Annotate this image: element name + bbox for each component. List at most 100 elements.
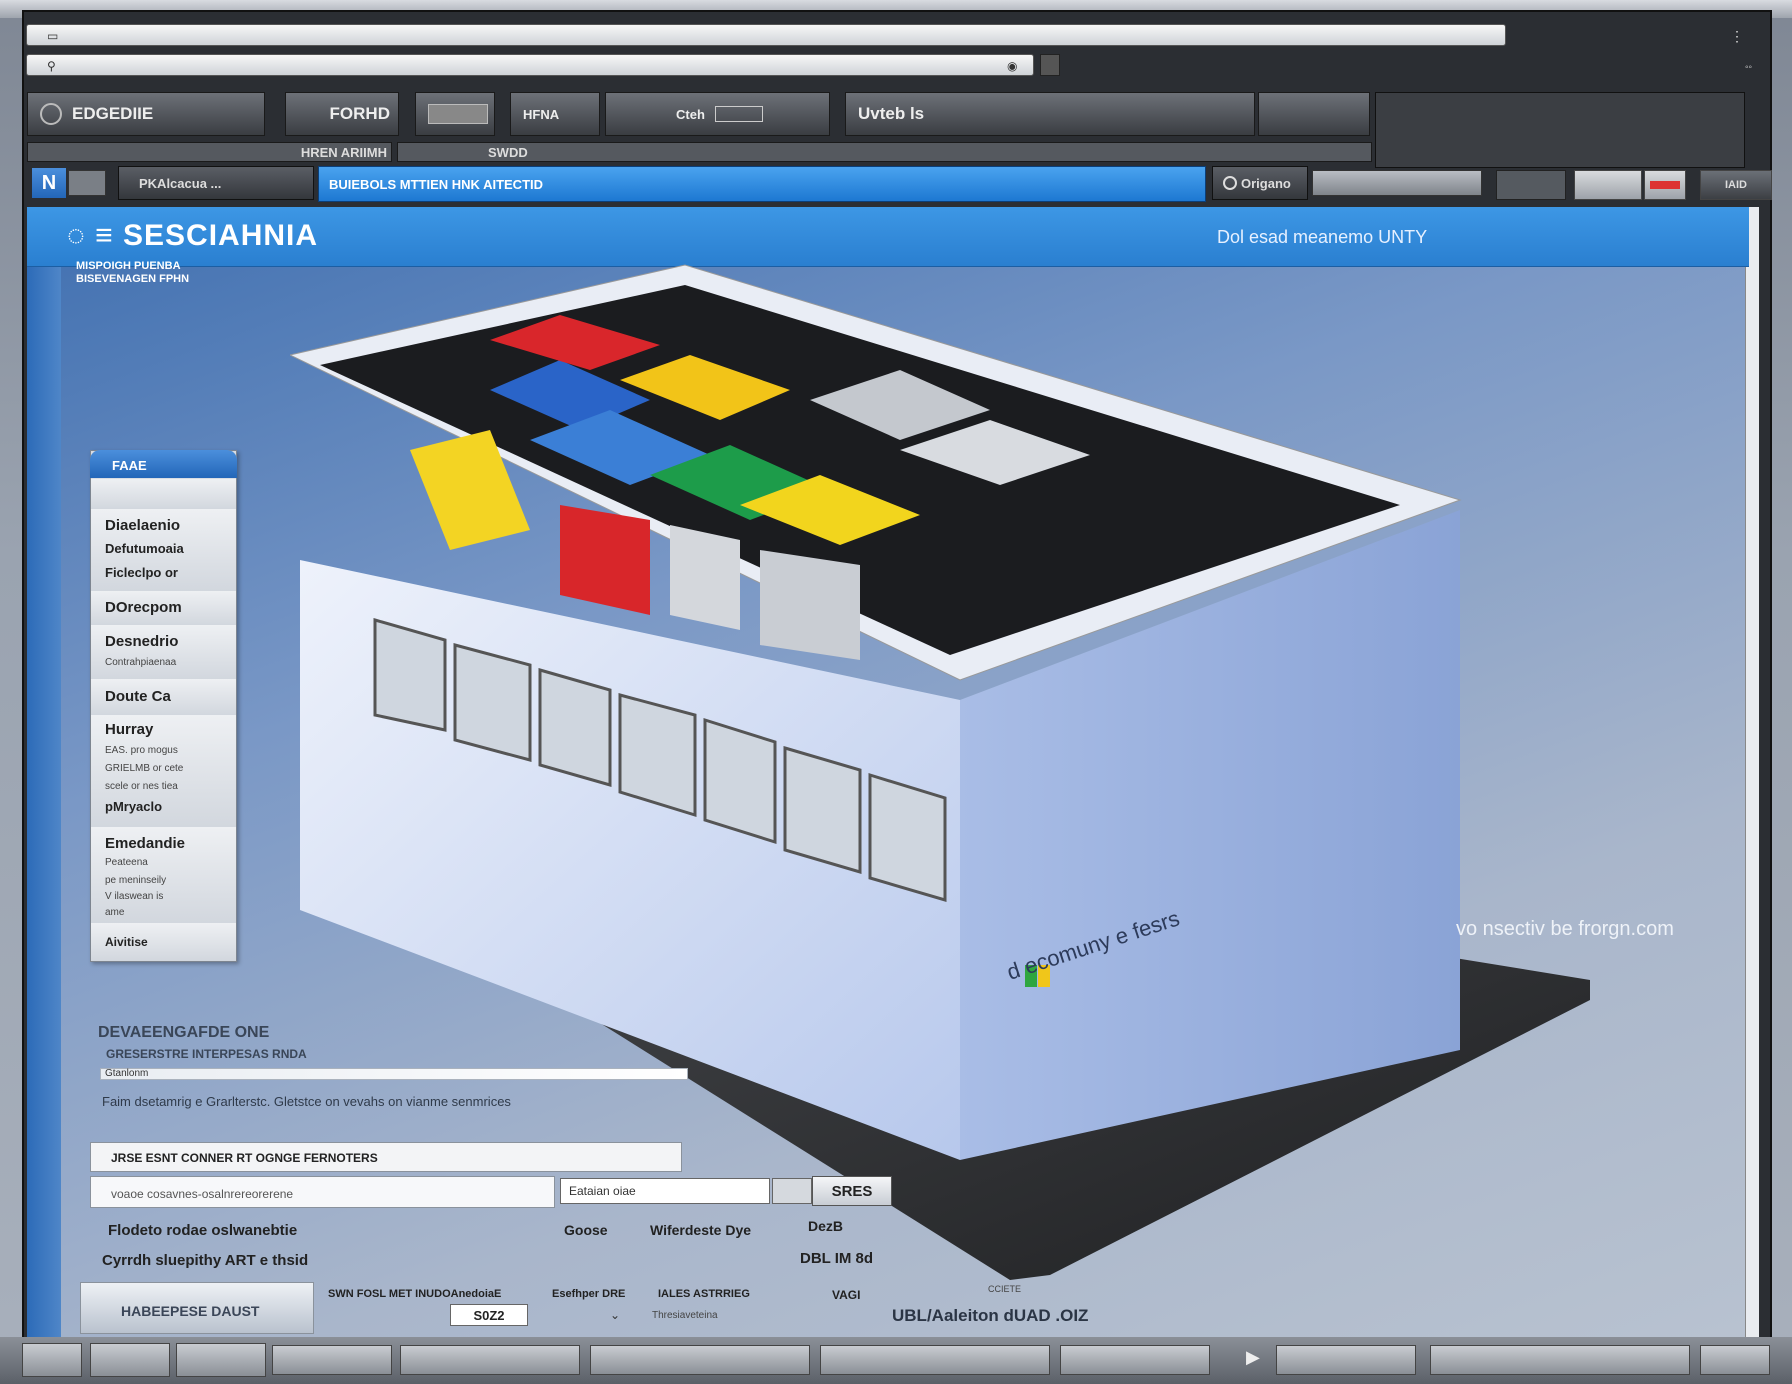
form-text-input[interactable]: voaoe cosavnes-osalnrereorerene xyxy=(90,1176,555,1208)
toolbar-tables-button[interactable]: Uvteb ls xyxy=(845,92,1255,136)
nav-item-label: PKAlcacua ... xyxy=(139,175,222,191)
bottom-col3-label: IALES ASTRRIEG xyxy=(658,1288,750,1300)
toolbar-label: Uvteb ls xyxy=(858,104,925,123)
toolbar-label: FORHD xyxy=(329,104,390,123)
go-button[interactable] xyxy=(1040,54,1060,76)
nav-item-1[interactable]: PKAlcacua ... xyxy=(118,166,314,200)
sub-tab-1[interactable]: HREN ARIIMH xyxy=(27,142,392,162)
window-resize-icon[interactable]: ◦◦ xyxy=(1745,62,1752,73)
menu-item-line: Defutumoaia xyxy=(105,541,184,556)
n-badge-label: N xyxy=(41,171,57,194)
menu-item-1[interactable]: DOrecpom xyxy=(91,591,236,626)
content-header: ◌ ≡ SESCIAHNIA Dol esad meanemo UNTY xyxy=(27,207,1749,267)
toolbar-create-button[interactable]: Cteh xyxy=(605,92,830,136)
toolbar-hfna-button[interactable]: HFNA xyxy=(510,92,600,136)
origin-button[interactable]: Origano xyxy=(1212,166,1308,200)
bottom-col1-value-text: S0Z2 xyxy=(473,1307,505,1323)
menu-item-6[interactable]: Aivitise xyxy=(91,923,236,961)
form-select[interactable]: Eataian oiae xyxy=(560,1178,770,1204)
taskbar-tray-2[interactable] xyxy=(1430,1345,1690,1375)
origin-label: Origano xyxy=(1241,175,1291,191)
taskbar-item-2[interactable] xyxy=(176,1343,266,1377)
menu-item-4[interactable]: Hurray EAS. pro mogus GRIELMB or cete sc… xyxy=(91,715,236,828)
select-value: Eataian oiae xyxy=(569,1184,636,1198)
menu-item-heading: Doute Ca xyxy=(105,688,171,705)
toolbar-empty-button[interactable] xyxy=(1258,92,1370,136)
window-menu-icon[interactable]: ⋮ xyxy=(1730,28,1744,45)
toolbar-forward-button[interactable]: FORHD xyxy=(285,92,399,136)
menu-item-heading: Desnedrio xyxy=(105,633,179,650)
bottom-left-panel: HABEEPESE DAUST xyxy=(80,1282,314,1334)
home-circle-icon xyxy=(40,103,62,125)
menu-item-heading: Emedandie xyxy=(105,835,186,852)
n-badge[interactable]: N xyxy=(32,168,66,198)
nav-mini-3[interactable] xyxy=(1644,170,1686,200)
progress-bar-label: Gtanlonm xyxy=(105,1068,149,1079)
header-sub-1: MISPOIGH PUENBA xyxy=(76,260,181,272)
nav-item-label: BUIEBOLS MTTIEN HNK AITECTID xyxy=(329,176,544,192)
refresh-icon[interactable]: ◉ xyxy=(1007,59,1017,73)
bottom-col2-label: Esefhper DRE xyxy=(552,1288,626,1300)
search-bar[interactable]: ⚲ ◉ xyxy=(26,54,1034,76)
submit-label: SRES xyxy=(831,1182,873,1200)
form-row-label-bar: JRSE ESNT CONNER RT OGNGE FERNOTERS xyxy=(90,1142,682,1172)
toolbar-label: EDGEDIIE xyxy=(72,104,154,123)
bottom-col1-value[interactable]: S0Z2 xyxy=(450,1304,528,1326)
red-indicator-icon xyxy=(1650,181,1680,189)
toolbar-chip-icon xyxy=(714,106,763,122)
menu-item-2[interactable]: Desnedrio Contrahpiaenaa xyxy=(91,625,236,680)
menu-tab-label: FAAE xyxy=(112,458,147,473)
nav-search-field[interactable] xyxy=(1312,170,1482,196)
form-submit-button[interactable]: SRES xyxy=(812,1176,892,1206)
sub-tab-2[interactable]: SWDD xyxy=(397,142,1372,162)
toolbar-home-button[interactable]: EDGEDIIE xyxy=(27,92,265,136)
bottom-col4-label: VAGI xyxy=(832,1288,861,1302)
logo-mark-icon: ◌ ≡ xyxy=(67,219,124,252)
chevron-down-icon[interactable]: ⌄ xyxy=(610,1308,620,1322)
bottom-left-label: HABEEPESE DAUST xyxy=(121,1303,260,1319)
form-subheading: GRESERSTRE INTERPESAS RNDA xyxy=(106,1047,307,1061)
taskbar-item-5[interactable] xyxy=(590,1345,810,1375)
form-progress-bar: Gtanlonm xyxy=(100,1068,688,1080)
taskbar-item-1[interactable] xyxy=(90,1343,170,1377)
info-line2-value: DBL IM 8d xyxy=(800,1250,874,1267)
nav-mini-2[interactable] xyxy=(1574,170,1642,200)
taskbar-item-7[interactable] xyxy=(1060,1345,1210,1375)
taskbar-item-6[interactable] xyxy=(820,1345,1050,1375)
menu-item-5[interactable]: Emedandie Peateena pe meninseily V ilasw… xyxy=(91,827,236,924)
info-line1-left: Flodeto rodae oslwanebtie xyxy=(108,1222,298,1239)
sub-tab-label: SWDD xyxy=(488,144,528,160)
taskbar-tray-1[interactable] xyxy=(1276,1345,1416,1375)
taskbar-item-3[interactable] xyxy=(272,1345,392,1375)
form-row-label: JRSE ESNT CONNER RT OGNGE FERNOTERS xyxy=(111,1151,378,1165)
address-bar[interactable]: ▭ xyxy=(26,24,1506,46)
side-menu: Diaelaenio Defutumoaia Ficleclpo or DOre… xyxy=(90,450,237,962)
menu-item-heading: Aivitise xyxy=(105,935,148,949)
taskbar-clock[interactable] xyxy=(1700,1345,1770,1375)
bottom-col3-sub: Thresiaveteina xyxy=(652,1310,718,1321)
menu-item-heading: DOrecpom xyxy=(105,599,182,616)
form-description: Faim dsetamrig e Grarlterstc. Gletstce o… xyxy=(102,1094,511,1109)
toolbar-blank-button[interactable] xyxy=(415,92,495,136)
watermark-text: vo nsectiv be frorgn.com xyxy=(1456,918,1674,940)
taskbar-start-button[interactable] xyxy=(22,1343,82,1377)
menu-item-0[interactable]: Diaelaenio Defutumoaia Ficleclpo or xyxy=(91,509,236,592)
logo-text: SESCIAHNIA xyxy=(123,219,319,252)
menu-item-line: pe meninseily xyxy=(105,875,167,886)
menu-tab[interactable]: FAAE xyxy=(90,450,237,478)
nav-mini-4[interactable]: IAID xyxy=(1700,170,1772,200)
nav-chip[interactable] xyxy=(68,170,106,196)
nav-mini-1[interactable] xyxy=(1496,170,1566,200)
nav-mini-label: IAID xyxy=(1725,179,1747,191)
select-dropdown-button[interactable] xyxy=(772,1178,812,1204)
menu-item-line: pMryaclo xyxy=(105,799,163,814)
taskbar-item-4[interactable] xyxy=(400,1345,580,1375)
menu-item-3[interactable]: Doute Ca xyxy=(91,679,236,716)
menu-item-heading: Hurray xyxy=(105,721,154,738)
search-icon: ⚲ xyxy=(47,59,56,73)
info-line1-right: Wiferdeste Dye xyxy=(650,1222,752,1238)
menu-item-heading: Diaelaenio xyxy=(105,517,181,534)
play-icon[interactable]: ▶ xyxy=(1246,1347,1260,1368)
nav-item-active[interactable]: BUIEBOLS MTTIEN HNK AITECTID xyxy=(318,166,1206,202)
right-scrollbar[interactable] xyxy=(1745,207,1759,1337)
